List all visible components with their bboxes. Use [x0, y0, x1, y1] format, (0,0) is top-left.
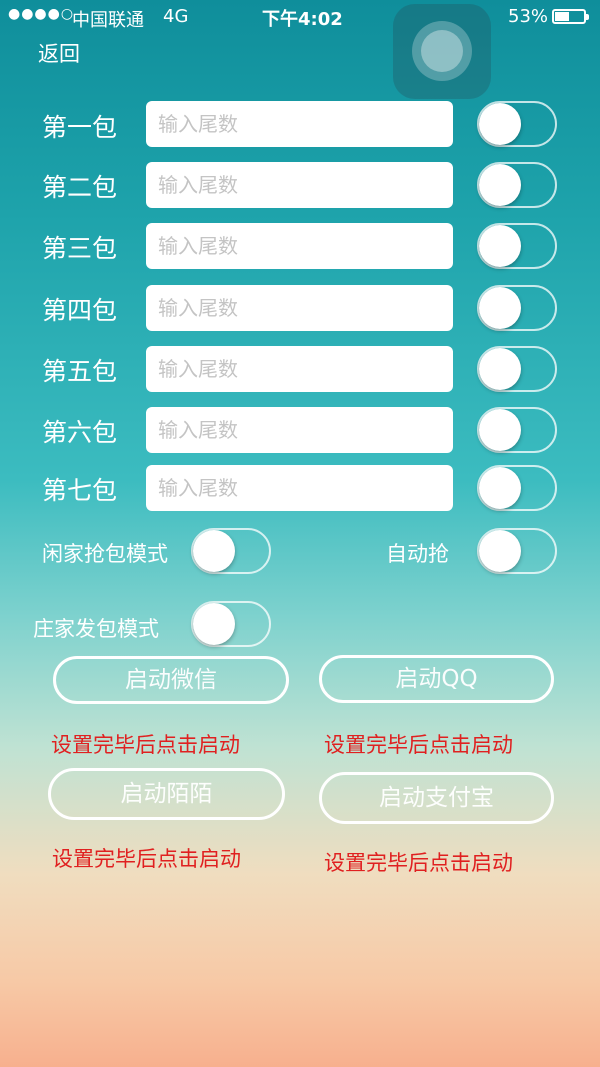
packet-toggle-7[interactable]	[477, 465, 557, 511]
packet-toggle-6[interactable]	[477, 407, 557, 453]
status-time: 下午4:02	[262, 9, 343, 30]
back-button[interactable]: 返回	[38, 38, 80, 68]
packet-label-4: 第四包	[42, 296, 118, 325]
toggle-knob	[479, 287, 521, 329]
toggle-knob	[193, 530, 235, 572]
banker-mode-toggle[interactable]	[191, 601, 271, 647]
auto-grab-label: 自动抢	[386, 542, 449, 566]
packet-toggle-3[interactable]	[477, 223, 557, 269]
battery-percent: 53%	[508, 6, 549, 27]
launch-wechat-button[interactable]: 启动微信	[53, 656, 289, 704]
packet-tail-input-5[interactable]	[146, 346, 453, 392]
packet-label-6: 第六包	[42, 418, 118, 447]
toggle-knob	[193, 603, 235, 645]
alipay-hint: 设置完毕后点击启动	[324, 851, 513, 875]
packet-label-5: 第五包	[42, 357, 118, 386]
packet-tail-input-1[interactable]	[146, 101, 453, 147]
qq-hint: 设置完毕后点击启动	[324, 733, 513, 757]
signal-strength-icon: ●●●●○	[8, 6, 75, 22]
packet-toggle-2[interactable]	[477, 162, 557, 208]
momo-hint: 设置完毕后点击启动	[52, 847, 241, 871]
packet-label-2: 第二包	[42, 173, 118, 202]
packet-tail-input-4[interactable]	[146, 285, 453, 331]
packet-tail-input-2[interactable]	[146, 162, 453, 208]
status-bar: ●●●●○ 中国联通 4G 下午4:02 53%	[0, 0, 600, 34]
toggle-knob	[479, 225, 521, 267]
carrier-name: 中国联通	[72, 10, 144, 31]
assistive-touch-button[interactable]	[393, 4, 491, 99]
launch-alipay-button[interactable]: 启动支付宝	[319, 772, 554, 824]
banker-mode-label: 庄家发包模式	[33, 617, 159, 641]
toggle-knob	[479, 467, 521, 509]
network-type: 4G	[163, 6, 189, 27]
auto-grab-toggle[interactable]	[477, 528, 557, 574]
wechat-hint: 设置完毕后点击启动	[51, 733, 240, 757]
packet-toggle-5[interactable]	[477, 346, 557, 392]
battery-icon	[552, 9, 589, 24]
packet-toggle-1[interactable]	[477, 101, 557, 147]
packet-label-7: 第七包	[42, 476, 118, 505]
packet-label-1: 第一包	[42, 113, 118, 142]
packet-tail-input-6[interactable]	[146, 407, 453, 453]
toggle-knob	[479, 530, 521, 572]
packet-label-3: 第三包	[42, 234, 118, 263]
battery-fill	[555, 12, 569, 21]
launch-qq-button[interactable]: 启动QQ	[319, 655, 554, 703]
packet-tail-input-7[interactable]	[146, 465, 453, 511]
toggle-knob	[479, 409, 521, 451]
idle-grab-mode-toggle[interactable]	[191, 528, 271, 574]
packet-toggle-4[interactable]	[477, 285, 557, 331]
idle-grab-mode-label: 闲家抢包模式	[42, 542, 168, 566]
assistive-touch-center	[421, 30, 463, 72]
toggle-knob	[479, 103, 521, 145]
toggle-knob	[479, 348, 521, 390]
launch-momo-button[interactable]: 启动陌陌	[48, 768, 285, 820]
packet-tail-input-3[interactable]	[146, 223, 453, 269]
toggle-knob	[479, 164, 521, 206]
